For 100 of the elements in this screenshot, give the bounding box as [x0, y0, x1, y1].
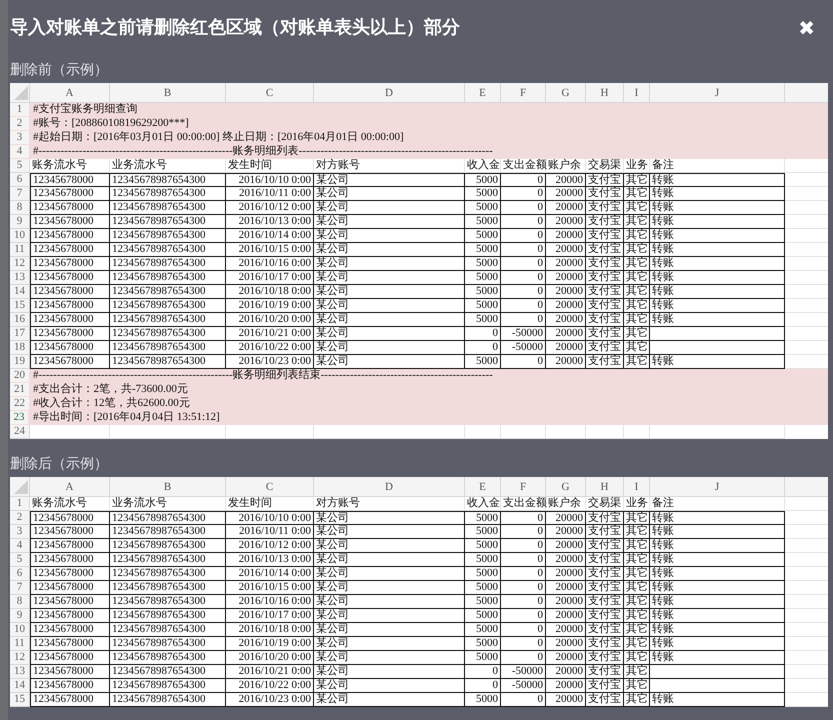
table-cell: 20000: [546, 173, 586, 187]
table-cell: 20000: [546, 201, 586, 215]
table-cell: 0: [501, 651, 546, 665]
table-cell: 5000: [465, 553, 501, 567]
table-cell: 0: [501, 257, 546, 271]
table-cell: 0: [501, 525, 546, 539]
row-number: 6: [10, 173, 30, 187]
table-cell: 2016/10/14 0:00: [226, 229, 314, 243]
table-cell: 其它: [624, 581, 650, 595]
table-cell: 12345678000: [30, 581, 110, 595]
table-cell: 12345678987654300: [110, 313, 226, 327]
table-cell: 某公司: [314, 341, 465, 355]
table-cell: 某公司: [314, 567, 465, 581]
table-cell: 12345678987654300: [110, 327, 226, 341]
column-header: F: [501, 477, 546, 497]
row-number: 12: [10, 257, 30, 271]
table-cell: 20000: [546, 525, 586, 539]
table-cell: 12345678000: [30, 201, 110, 215]
table-cell: 20000: [546, 229, 586, 243]
table-cell: 某公司: [314, 229, 465, 243]
table-cell: 5000: [465, 173, 501, 187]
table-cell: 12345678000: [30, 511, 110, 525]
table-cell: 支付宝: [586, 623, 624, 637]
sheet-caption: 删除前（示例）: [9, 61, 109, 80]
table-cell: 某公司: [314, 539, 465, 553]
table-cell: 0: [501, 511, 546, 525]
table-cell: 12345678000: [30, 553, 110, 567]
table-cell: 2016/10/10 0:00: [226, 511, 314, 525]
table-cell: 20000: [546, 553, 586, 567]
table-cell: 2016/10/18 0:00: [226, 285, 314, 299]
row-number: 15: [10, 299, 30, 313]
table-cell: 2016/10/12 0:00: [226, 539, 314, 553]
table-cell: 账户余: [546, 159, 586, 173]
table-cell: 转账: [650, 525, 785, 539]
table-cell: 某公司: [314, 257, 465, 271]
table-cell: 12345678987654300: [110, 581, 226, 595]
table-cell: 12345678000: [30, 271, 110, 285]
table-cell: 12345678000: [30, 327, 110, 341]
table-cell: 账户余: [546, 497, 586, 511]
table-cell: 其它: [624, 285, 650, 299]
row-number: 8: [10, 201, 30, 215]
row-number: 12: [10, 651, 30, 665]
table-cell: 5000: [465, 539, 501, 553]
close-button[interactable]: ✖: [794, 18, 819, 38]
table-cell: 12345678000: [30, 637, 110, 651]
table-cell: 12345678000: [30, 665, 110, 679]
table-cell: 2016/10/20 0:00: [226, 313, 314, 327]
table-cell: 2016/10/19 0:00: [226, 637, 314, 651]
row-number: 4: [10, 145, 30, 159]
table-cell: 支付宝: [586, 693, 624, 707]
table-cell: 其它: [624, 693, 650, 707]
sheet-caption: 删除后（示例）: [9, 455, 109, 474]
table-cell: 其它: [624, 327, 650, 341]
sheet-note: #支付宝账务明细查询: [32, 103, 138, 117]
table-cell: 2016/10/15 0:00: [226, 581, 314, 595]
table-cell: 2016/10/19 0:00: [226, 299, 314, 313]
table-cell: 12345678000: [30, 623, 110, 637]
table-cell: 12345678000: [30, 187, 110, 201]
table-cell: 某公司: [314, 201, 465, 215]
sheet-note: #-----------------------------------------------------账务明细列表结束-----------------------------------------------: [32, 369, 494, 383]
table-cell: 转账: [650, 651, 785, 665]
table-cell: 转账: [650, 553, 785, 567]
table-cell: 2016/10/14 0:00: [226, 567, 314, 581]
table-cell: -50000: [501, 679, 546, 693]
table-cell: 12345678987654300: [110, 553, 226, 567]
row-number: 6: [10, 567, 30, 581]
corner-triangle-icon: [14, 480, 28, 494]
table-cell: 支付宝: [586, 665, 624, 679]
table-cell: 20000: [546, 693, 586, 707]
row-number: 2: [10, 511, 30, 525]
table-cell: [624, 425, 650, 439]
row-number: 23: [10, 411, 30, 425]
table-cell: 其它: [624, 539, 650, 553]
table-cell: 2016/10/13 0:00: [226, 553, 314, 567]
table-cell: 业务: [624, 497, 650, 511]
table-cell: 某公司: [314, 609, 465, 623]
table-cell: 某公司: [314, 665, 465, 679]
table-cell: 12345678000: [30, 313, 110, 327]
table-cell: 支付宝: [586, 215, 624, 229]
table-cell: 某公司: [314, 299, 465, 313]
table-cell: 支付宝: [586, 187, 624, 201]
table-cell: 其它: [624, 679, 650, 693]
table-cell: 5000: [465, 229, 501, 243]
table-cell: 0: [501, 637, 546, 651]
table-cell: 2016/10/15 0:00: [226, 243, 314, 257]
table-cell: 某公司: [314, 553, 465, 567]
table-cell: 5000: [465, 187, 501, 201]
table-cell: 5000: [465, 215, 501, 229]
table-cell: 某公司: [314, 243, 465, 257]
table-cell: 支付宝: [586, 173, 624, 187]
table-cell: 5000: [465, 299, 501, 313]
table-cell: 12345678987654300: [110, 173, 226, 187]
table-cell: 0: [465, 679, 501, 693]
table-cell: 转账: [650, 567, 785, 581]
table-cell: 转账: [650, 637, 785, 651]
table-cell: 其它: [624, 215, 650, 229]
row-number: 10: [10, 229, 30, 243]
table-cell: 备注: [650, 159, 785, 173]
table-cell: 某公司: [314, 581, 465, 595]
table-cell: 12345678987654300: [110, 511, 226, 525]
